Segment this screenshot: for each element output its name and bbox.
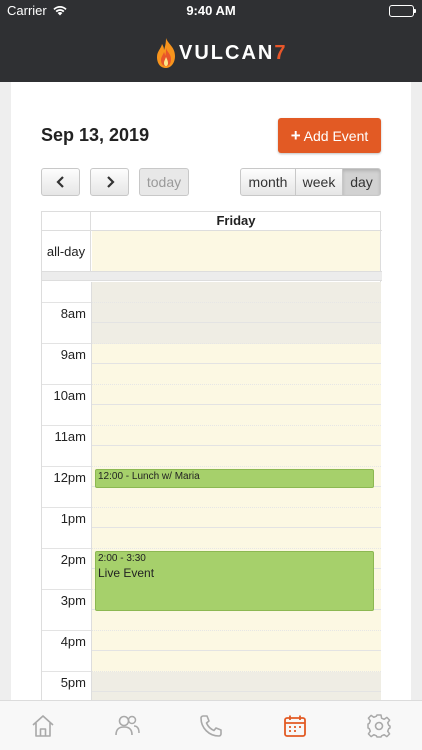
allday-cell[interactable]: [92, 231, 380, 271]
month-view-button[interactable]: month: [240, 168, 296, 196]
time-slot[interactable]: [92, 651, 381, 672]
calendar-icon: [284, 715, 306, 737]
time-slot[interactable]: [92, 528, 381, 549]
event-title: Live Event: [98, 565, 155, 580]
hour-divider: [42, 301, 91, 303]
time-slot[interactable]: [92, 671, 381, 692]
time-gutter-row: [42, 282, 91, 303]
time-slot[interactable]: [92, 610, 381, 631]
allday-row: all-day: [42, 231, 382, 272]
phone-icon: [200, 715, 222, 737]
hour-divider: [42, 588, 91, 590]
hour-divider: [42, 629, 91, 631]
hour-label: 3pm: [60, 592, 86, 608]
hour-divider: [42, 506, 91, 508]
time-gutter-row: [42, 487, 91, 508]
time-gutter-row: [42, 446, 91, 467]
week-view-button[interactable]: week: [295, 168, 343, 196]
hour-label: 2pm: [60, 551, 86, 567]
hour-label: 1pm: [60, 510, 86, 526]
hour-label: 5pm: [60, 674, 86, 690]
gear-icon: [367, 714, 391, 738]
tab-home[interactable]: [27, 710, 59, 742]
event-time: 12:00 - Lunch w/ Maria: [98, 470, 200, 482]
chevron-right-icon: [106, 176, 115, 188]
time-slot[interactable]: [92, 507, 381, 528]
hour-divider: [42, 342, 91, 344]
hour-label: 8am: [60, 305, 86, 321]
day-view-button[interactable]: day: [342, 168, 381, 196]
time-slot[interactable]: [92, 487, 381, 508]
tab-bar: [0, 700, 422, 750]
time-slot[interactable]: [92, 446, 381, 467]
view-switcher: month week day: [240, 168, 381, 196]
brand-suffix: 7: [274, 41, 286, 64]
flame-icon: [157, 38, 175, 68]
add-event-label: Add Event: [303, 127, 369, 144]
time-gutter-row: [42, 323, 91, 344]
calendar-card: Sep 13, 2019 + Add Event today month wee…: [11, 82, 411, 702]
calendar-event[interactable]: 2:00 - 3:30 Live Event: [95, 550, 374, 611]
time-slot[interactable]: [92, 630, 381, 651]
home-icon: [32, 715, 54, 737]
hour-label: 12pm: [53, 469, 86, 485]
time-slot[interactable]: [92, 405, 381, 426]
time-gutter-row: [42, 569, 91, 590]
hour-label: 9am: [60, 346, 86, 362]
page-title: Sep 13, 2019: [41, 125, 150, 145]
hour-divider: [42, 424, 91, 426]
hour-label: 10am: [53, 387, 86, 403]
users-icon: [115, 715, 140, 736]
event-title: [96, 482, 373, 486]
day-column[interactable]: 12:00 - Lunch w/ Maria 2:00 - 3:30 Live Ev…: [92, 282, 381, 702]
tab-phone[interactable]: [195, 710, 227, 742]
time-slot[interactable]: [92, 425, 381, 446]
status-bar: Carrier 9:40 AM: [0, 0, 422, 22]
chevron-left-icon: [55, 176, 64, 188]
allday-label: all-day: [42, 231, 91, 271]
prev-day-button[interactable]: [41, 168, 80, 196]
day-name: Friday: [216, 213, 256, 228]
day-grid: Friday all-day 8am 9am 10am 11am 12pm 1pm 2pm 3…: [41, 211, 382, 702]
time-slot[interactable]: [92, 364, 381, 385]
time-slot[interactable]: [92, 282, 381, 303]
time-gutter-row: [42, 364, 91, 385]
time-slot[interactable]: [92, 384, 381, 405]
next-day-button[interactable]: [90, 168, 129, 196]
today-button[interactable]: today: [139, 168, 189, 196]
hour-label: 11am: [54, 428, 86, 444]
hour-divider: [42, 670, 91, 672]
brand-word: VULCAN: [179, 41, 275, 64]
grid-divider: [42, 272, 382, 281]
plus-icon: +: [290, 125, 301, 145]
time-gutter: 8am 9am 10am 11am 12pm 1pm 2pm 3pm 4pm 5pm: [42, 282, 92, 702]
app-header: VULCAN 7: [0, 22, 422, 82]
hour-label: 4pm: [60, 633, 86, 649]
time-slot[interactable]: [92, 323, 381, 344]
time-slot[interactable]: [92, 302, 381, 323]
hour-divider: [42, 465, 91, 467]
calendar-event[interactable]: 12:00 - Lunch w/ Maria: [95, 468, 374, 488]
event-time: 2:00 - 3:30: [98, 552, 146, 564]
add-event-button[interactable]: + Add Event: [278, 118, 381, 153]
time-slots: 8am 9am 10am 11am 12pm 1pm 2pm 3pm 4pm 5pm 12:00 …: [42, 282, 382, 702]
tab-calendar[interactable]: [279, 710, 311, 742]
vulcan7-logo: VULCAN 7: [155, 36, 285, 70]
hour-divider: [42, 383, 91, 385]
clock: 9:40 AM: [186, 3, 236, 18]
time-gutter-row: [42, 528, 91, 549]
time-slot[interactable]: [92, 343, 381, 364]
time-gutter-row: [42, 610, 91, 631]
day-header: Friday: [42, 212, 382, 231]
battery-icon: [389, 5, 416, 17]
tab-settings[interactable]: [363, 710, 395, 742]
hour-divider: [42, 547, 91, 549]
time-gutter-row: [42, 405, 91, 426]
time-gutter-row: [42, 651, 91, 672]
tab-contacts[interactable]: [111, 710, 143, 742]
